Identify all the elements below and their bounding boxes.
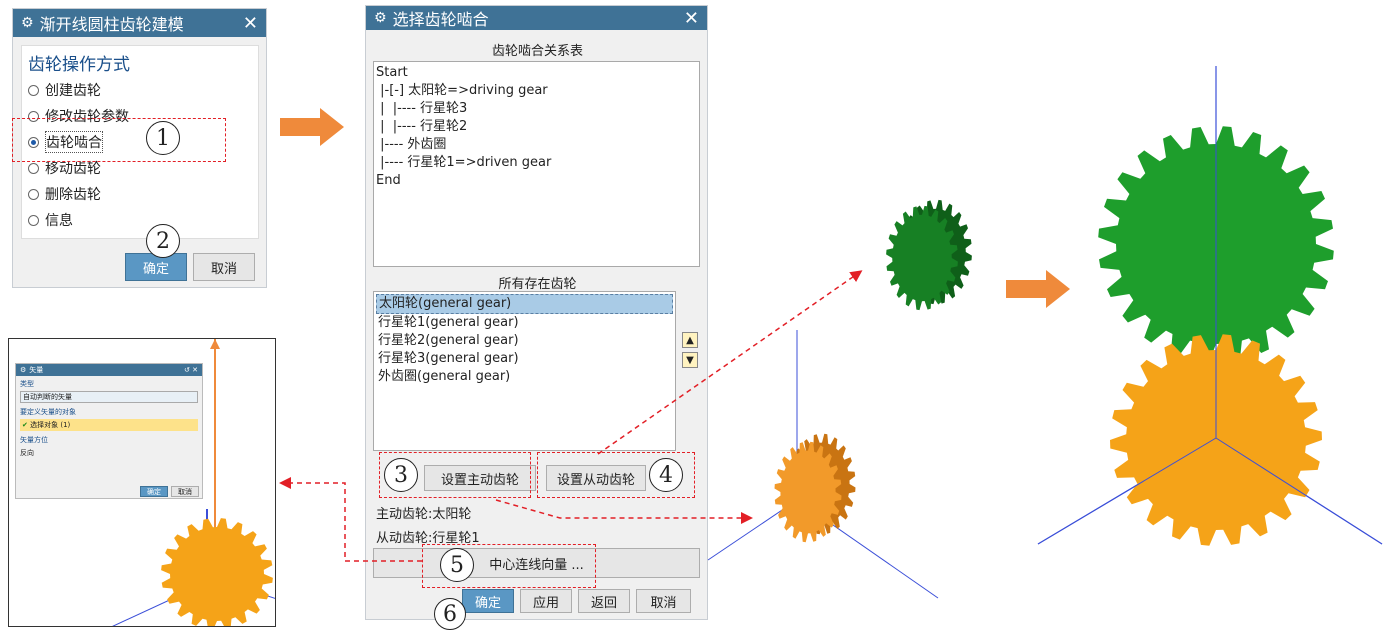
orange-3d-gear <box>774 441 842 543</box>
green-3d-gear <box>886 205 958 311</box>
meshed-gears-view <box>1037 66 1383 546</box>
gear-3d-view <box>707 199 972 599</box>
